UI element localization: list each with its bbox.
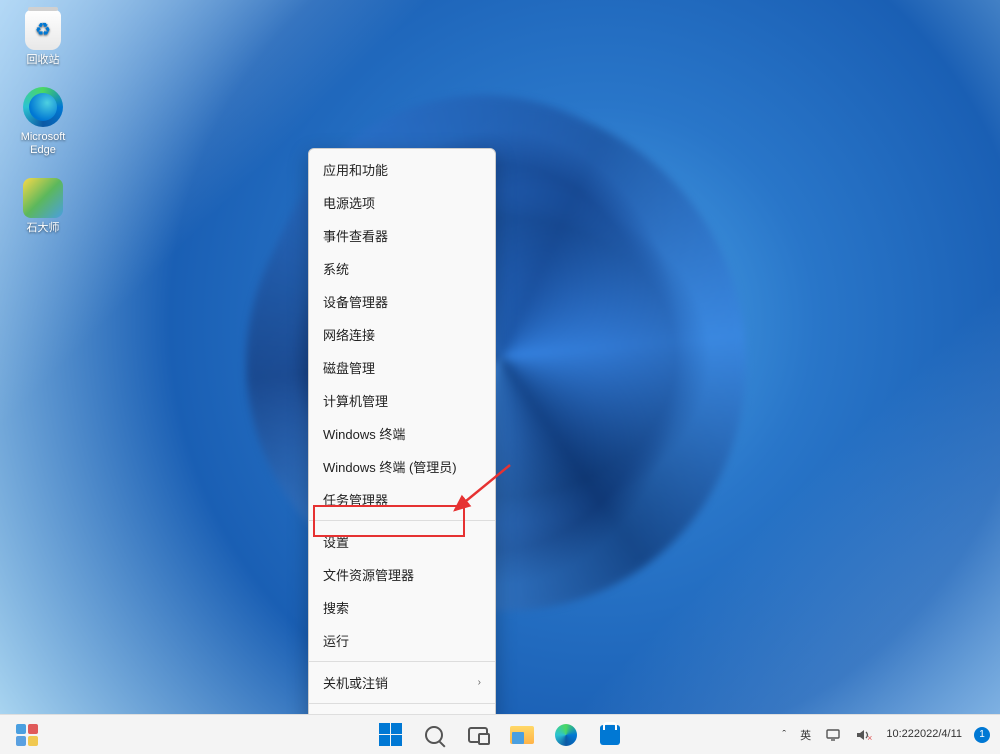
menu-item-11[interactable]: 设置 xyxy=(309,525,495,558)
desktop-icon-recycle-bin[interactable]: ♻ 回收站 xyxy=(8,8,78,67)
menu-item-14[interactable]: 运行 xyxy=(309,624,495,657)
menu-item-label: 关机或注销 xyxy=(323,673,388,692)
menu-item-label: 事件查看器 xyxy=(323,226,388,245)
taskbar-explorer-button[interactable] xyxy=(503,716,541,754)
store-icon xyxy=(600,725,620,745)
widgets-icon xyxy=(16,724,38,746)
taskbar-search-button[interactable] xyxy=(415,716,453,754)
desktop-icon-shidashi[interactable]: 石大师 xyxy=(8,176,78,235)
menu-separator xyxy=(309,520,495,521)
notification-count: 1 xyxy=(979,729,985,740)
menu-item-6[interactable]: 磁盘管理 xyxy=(309,351,495,384)
menu-item-10[interactable]: 任务管理器 xyxy=(309,483,495,516)
menu-item-label: 文件资源管理器 xyxy=(323,565,414,584)
recycle-bin-label: 回收站 xyxy=(27,54,60,67)
menu-separator xyxy=(309,661,495,662)
menu-item-2[interactable]: 事件查看器 xyxy=(309,219,495,252)
taskbar-widgets-button[interactable] xyxy=(8,716,46,754)
desktop-icon-edge[interactable]: Microsoft Edge xyxy=(8,85,78,157)
menu-item-label: 磁盘管理 xyxy=(323,358,375,377)
menu-item-8[interactable]: Windows 终端 xyxy=(309,417,495,450)
menu-item-label: Windows 终端 xyxy=(323,424,405,443)
menu-item-3[interactable]: 系统 xyxy=(309,252,495,285)
ime-label: 英 xyxy=(800,727,811,743)
menu-item-12[interactable]: 文件资源管理器 xyxy=(309,558,495,591)
menu-item-label: 应用和功能 xyxy=(323,160,388,179)
menu-item-label: 计算机管理 xyxy=(323,391,388,410)
taskview-icon xyxy=(468,727,488,743)
menu-item-13[interactable]: 搜索 xyxy=(309,591,495,624)
start-context-menu: 应用和功能电源选项事件查看器系统设备管理器网络连接磁盘管理计算机管理 Window… xyxy=(308,148,496,714)
desktop[interactable]: ♻ 回收站 Microsoft Edge 石大师 应用和功能电源选项事件查看器系… xyxy=(0,0,1000,714)
edge-icon xyxy=(555,724,577,746)
system-tray: ˆ 英 × 10:22 2022/4/11 1 xyxy=(776,723,994,747)
shidashi-icon xyxy=(21,176,65,220)
clock-date: 2022/4/11 xyxy=(914,728,962,741)
notification-badge[interactable]: 1 xyxy=(974,727,990,743)
menu-item-1[interactable]: 电源选项 xyxy=(309,186,495,219)
menu-item-label: 运行 xyxy=(323,631,349,650)
recycle-bin-icon: ♻ xyxy=(21,8,65,52)
taskbar-taskview-button[interactable] xyxy=(459,716,497,754)
menu-item-label: 系统 xyxy=(323,259,349,278)
taskbar-edge-button[interactable] xyxy=(547,716,585,754)
chevron-right-icon: › xyxy=(478,677,481,688)
tray-network-button[interactable] xyxy=(819,724,847,746)
wallpaper-light xyxy=(0,0,1000,714)
menu-item-label: 搜索 xyxy=(323,598,349,617)
taskbar-center xyxy=(371,716,629,754)
tray-clock[interactable]: 10:22 2022/4/11 xyxy=(880,726,968,743)
menu-item-15[interactable]: 关机或注销 › xyxy=(309,666,495,699)
edge-label: Microsoft Edge xyxy=(21,131,66,157)
tray-overflow-button[interactable]: ˆ xyxy=(776,725,792,745)
clock-time: 10:22 xyxy=(886,728,914,741)
menu-item-label: 任务管理器 xyxy=(323,490,388,509)
desktop-icons-column: ♻ 回收站 Microsoft Edge 石大师 xyxy=(8,8,78,235)
menu-item-label: 设置 xyxy=(323,532,349,551)
search-icon xyxy=(425,726,443,744)
menu-item-label: 网络连接 xyxy=(323,325,375,344)
start-button[interactable] xyxy=(371,716,409,754)
tray-ime[interactable]: 英 xyxy=(794,723,817,747)
network-icon xyxy=(825,728,841,742)
shidashi-label: 石大师 xyxy=(27,222,60,235)
menu-item-5[interactable]: 网络连接 xyxy=(309,318,495,351)
edge-icon xyxy=(21,85,65,129)
menu-item-7[interactable]: 计算机管理 xyxy=(309,384,495,417)
menu-item-label: 电源选项 xyxy=(323,193,375,212)
menu-item-9[interactable]: Windows 终端 (管理员) xyxy=(309,450,495,483)
menu-item-0[interactable]: 应用和功能 xyxy=(309,153,495,186)
menu-item-label: Windows 终端 (管理员) xyxy=(323,457,457,476)
windows-icon xyxy=(379,723,402,746)
taskbar: ˆ 英 × 10:22 2022/4/11 1 xyxy=(0,714,1000,754)
menu-separator xyxy=(309,703,495,704)
chevron-up-icon: ˆ xyxy=(782,729,786,741)
taskbar-store-button[interactable] xyxy=(591,716,629,754)
file-explorer-icon xyxy=(510,726,534,744)
tray-volume-button[interactable]: × xyxy=(849,723,878,747)
menu-item-label: 设备管理器 xyxy=(323,292,388,311)
menu-item-4[interactable]: 设备管理器 xyxy=(309,285,495,318)
